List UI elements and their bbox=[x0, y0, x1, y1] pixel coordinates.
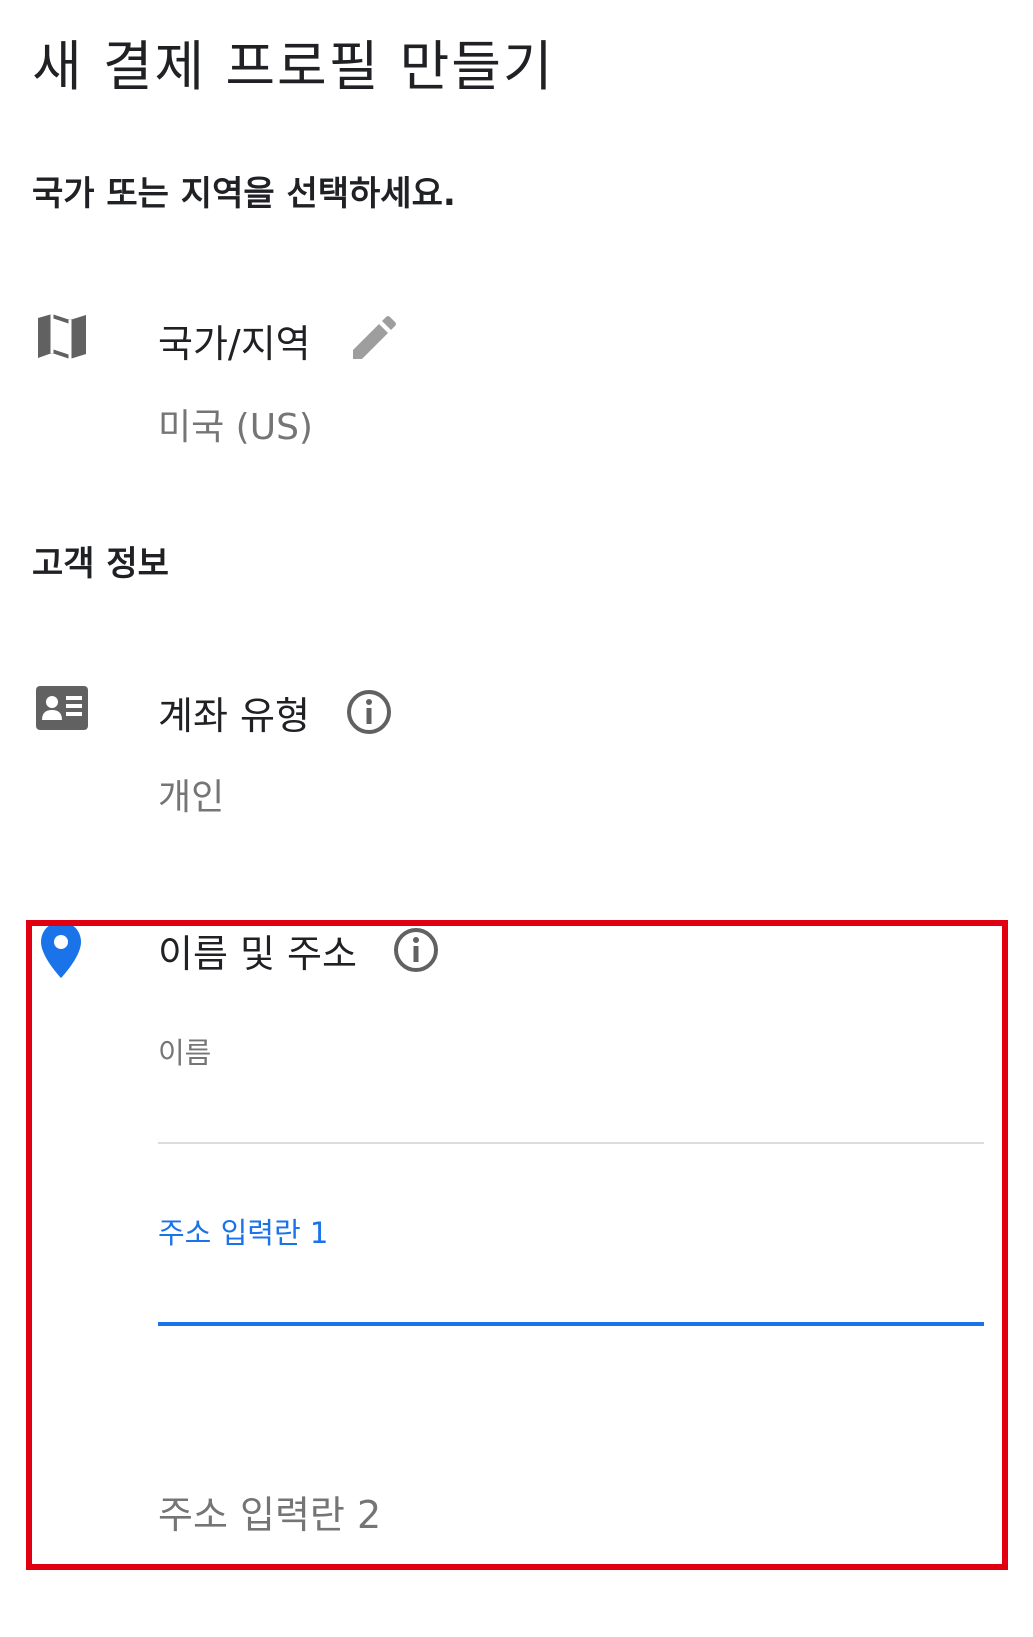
name-field: 이름 bbox=[158, 1030, 984, 1144]
id-card-icon bbox=[36, 686, 88, 730]
name-input[interactable] bbox=[158, 1082, 984, 1142]
info-icon[interactable] bbox=[391, 925, 441, 975]
name-address-row: 이름 및 주소 bbox=[158, 922, 441, 978]
customer-info-heading: 고객 정보 bbox=[32, 544, 169, 584]
country-prompt: 국가 또는 지역을 선택하세요. bbox=[32, 174, 456, 214]
pencil-edit-icon[interactable] bbox=[347, 315, 397, 365]
info-icon[interactable] bbox=[344, 687, 394, 737]
map-icon bbox=[38, 314, 86, 359]
account-type-row: 계좌 유형 bbox=[158, 684, 394, 740]
name-field-underline bbox=[158, 1142, 984, 1144]
location-pin-icon bbox=[41, 922, 81, 978]
page-title: 새 결제 프로필 만들기 bbox=[32, 35, 555, 98]
country-row[interactable]: 국가/지역 bbox=[158, 312, 397, 368]
address-line-1-underline bbox=[158, 1322, 984, 1326]
account-type-value: 개인 bbox=[158, 777, 225, 818]
country-value: 미국 (US) bbox=[158, 407, 313, 448]
country-label: 국가/지역 bbox=[158, 321, 311, 366]
account-type-label: 계좌 유형 bbox=[158, 693, 310, 738]
address-line-2-input[interactable]: 주소 입력란 2 bbox=[158, 1484, 381, 1539]
address-line-1-input[interactable] bbox=[158, 1262, 984, 1322]
name-field-label: 이름 bbox=[158, 1036, 212, 1070]
address-line-1-field: 주소 입력란 1 bbox=[158, 1210, 984, 1326]
address-line-1-label: 주소 입력란 1 bbox=[158, 1216, 329, 1250]
name-address-label: 이름 및 주소 bbox=[158, 931, 357, 976]
